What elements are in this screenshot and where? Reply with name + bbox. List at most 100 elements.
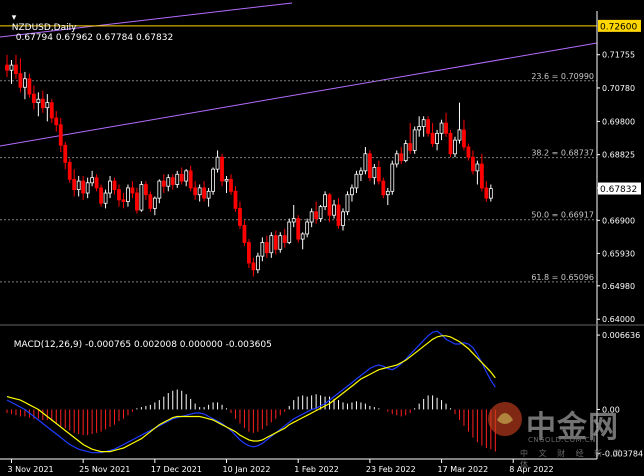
candle-body — [5, 64, 9, 71]
candle-body — [412, 129, 417, 151]
candle-body — [479, 163, 484, 189]
candle-body — [85, 182, 90, 194]
candle-body — [81, 180, 86, 194]
candle-body — [488, 188, 493, 199]
candle-body — [157, 180, 162, 199]
candle-body — [179, 173, 184, 182]
candle-body — [99, 187, 103, 204]
candle-body — [18, 73, 23, 88]
price-tick-label: 0.71755 — [602, 51, 635, 60]
candle-body — [314, 211, 319, 220]
candle-body — [363, 153, 368, 172]
candle-body — [220, 156, 224, 182]
candle-body — [282, 235, 287, 243]
candle-body — [475, 163, 480, 172]
candle-body — [251, 262, 256, 271]
candle-body — [417, 126, 422, 131]
candle-body — [233, 190, 238, 209]
candle-body — [211, 168, 215, 192]
candle-body — [40, 98, 45, 109]
candle-body — [332, 204, 336, 216]
candle-body — [435, 132, 439, 144]
candle-body — [130, 187, 135, 194]
candle-body — [148, 194, 153, 209]
candle-body — [327, 194, 332, 216]
candle-body — [390, 163, 395, 192]
candle-body — [385, 190, 390, 196]
candle-body — [63, 144, 68, 163]
candle-body — [238, 207, 242, 226]
candle-body — [76, 180, 81, 191]
macd-label: MACD(12,26,9) -0.000765 0.002008 0.00000… — [13, 340, 272, 350]
candle-body — [341, 211, 345, 226]
candle-body — [14, 64, 18, 75]
candle-body — [453, 139, 457, 155]
time-tick-label: 23 Feb 2022 — [366, 465, 416, 474]
candle-body — [247, 242, 251, 264]
candle-body — [117, 189, 121, 201]
candle-body — [206, 190, 211, 199]
candle-body — [457, 129, 462, 141]
candle-body — [462, 129, 466, 148]
candle-body — [376, 167, 381, 182]
time-tick-label: 17 Dec 2021 — [151, 465, 202, 474]
candle-body — [296, 218, 301, 240]
watermark-tagline: 中 文 财 经 新 媒 体 — [520, 449, 625, 469]
candle-body — [224, 178, 229, 182]
candle-body — [448, 132, 453, 155]
candle-body — [197, 187, 202, 196]
time-tick-label: 3 Nov 2021 — [7, 465, 53, 474]
candle-body — [23, 78, 27, 88]
candle-body — [471, 156, 475, 172]
candle-body — [166, 177, 171, 187]
macd-tick-label: 0.006636 — [602, 331, 640, 340]
candle-body — [184, 170, 189, 182]
candle-body — [372, 167, 377, 179]
price-tick-label: 0.69800 — [602, 117, 635, 126]
macd-header: MACD(12,26,9) -0.000765 0.002008 0.00000… — [8, 330, 272, 350]
candle-body — [466, 146, 471, 158]
price-tick-label: 0.66900 — [602, 216, 635, 225]
candle-body — [273, 235, 278, 250]
price-tick-label: 0.64000 — [602, 315, 635, 324]
candle-body — [439, 122, 444, 134]
candle-body — [170, 177, 175, 185]
candle-body — [287, 221, 292, 243]
price-tick-label: 0.64980 — [602, 282, 635, 291]
candle-body — [67, 161, 72, 180]
candle-body — [408, 143, 413, 151]
candle-body — [72, 178, 77, 191]
candle-body — [193, 187, 198, 196]
price-tick-label: 0.70780 — [602, 84, 635, 93]
candle-body — [426, 119, 431, 134]
candle-body — [323, 194, 327, 208]
candle-body — [45, 102, 50, 109]
candle-body — [215, 156, 220, 170]
ohlc-values: 0.67794 0.67962 0.67784 0.67832 — [15, 33, 174, 43]
candle-body — [90, 177, 95, 184]
candle-body — [264, 242, 269, 254]
candle-body — [112, 180, 117, 191]
candlestick-series — [5, 54, 493, 277]
candle-body — [31, 93, 36, 104]
coin-logo-icon — [488, 402, 522, 436]
candle-body — [202, 187, 207, 199]
time-tick-label: 17 Mar 2022 — [438, 465, 489, 474]
candle-body — [27, 78, 32, 95]
candle-body — [188, 170, 193, 189]
candle-body — [350, 187, 354, 196]
candle-body — [345, 194, 350, 213]
candle-body — [394, 153, 399, 165]
candle-body — [359, 170, 363, 175]
candle-body — [58, 124, 63, 146]
candle-body — [143, 184, 148, 196]
current-price-label: 0.67832 — [600, 185, 637, 195]
symbol-header: ▾ NZDUSD,Daily 0.67794 0.67962 0.67784 0… — [6, 3, 173, 43]
candle-body — [430, 132, 435, 144]
candle-body — [108, 180, 112, 194]
candle-body — [305, 221, 310, 235]
watermark-logo: 中金网 CNGOLD.COM.CN 中 文 财 经 新 媒 体 — [486, 400, 626, 469]
candle-body — [444, 122, 448, 134]
candle-body — [229, 178, 233, 192]
candle-body — [49, 102, 54, 119]
